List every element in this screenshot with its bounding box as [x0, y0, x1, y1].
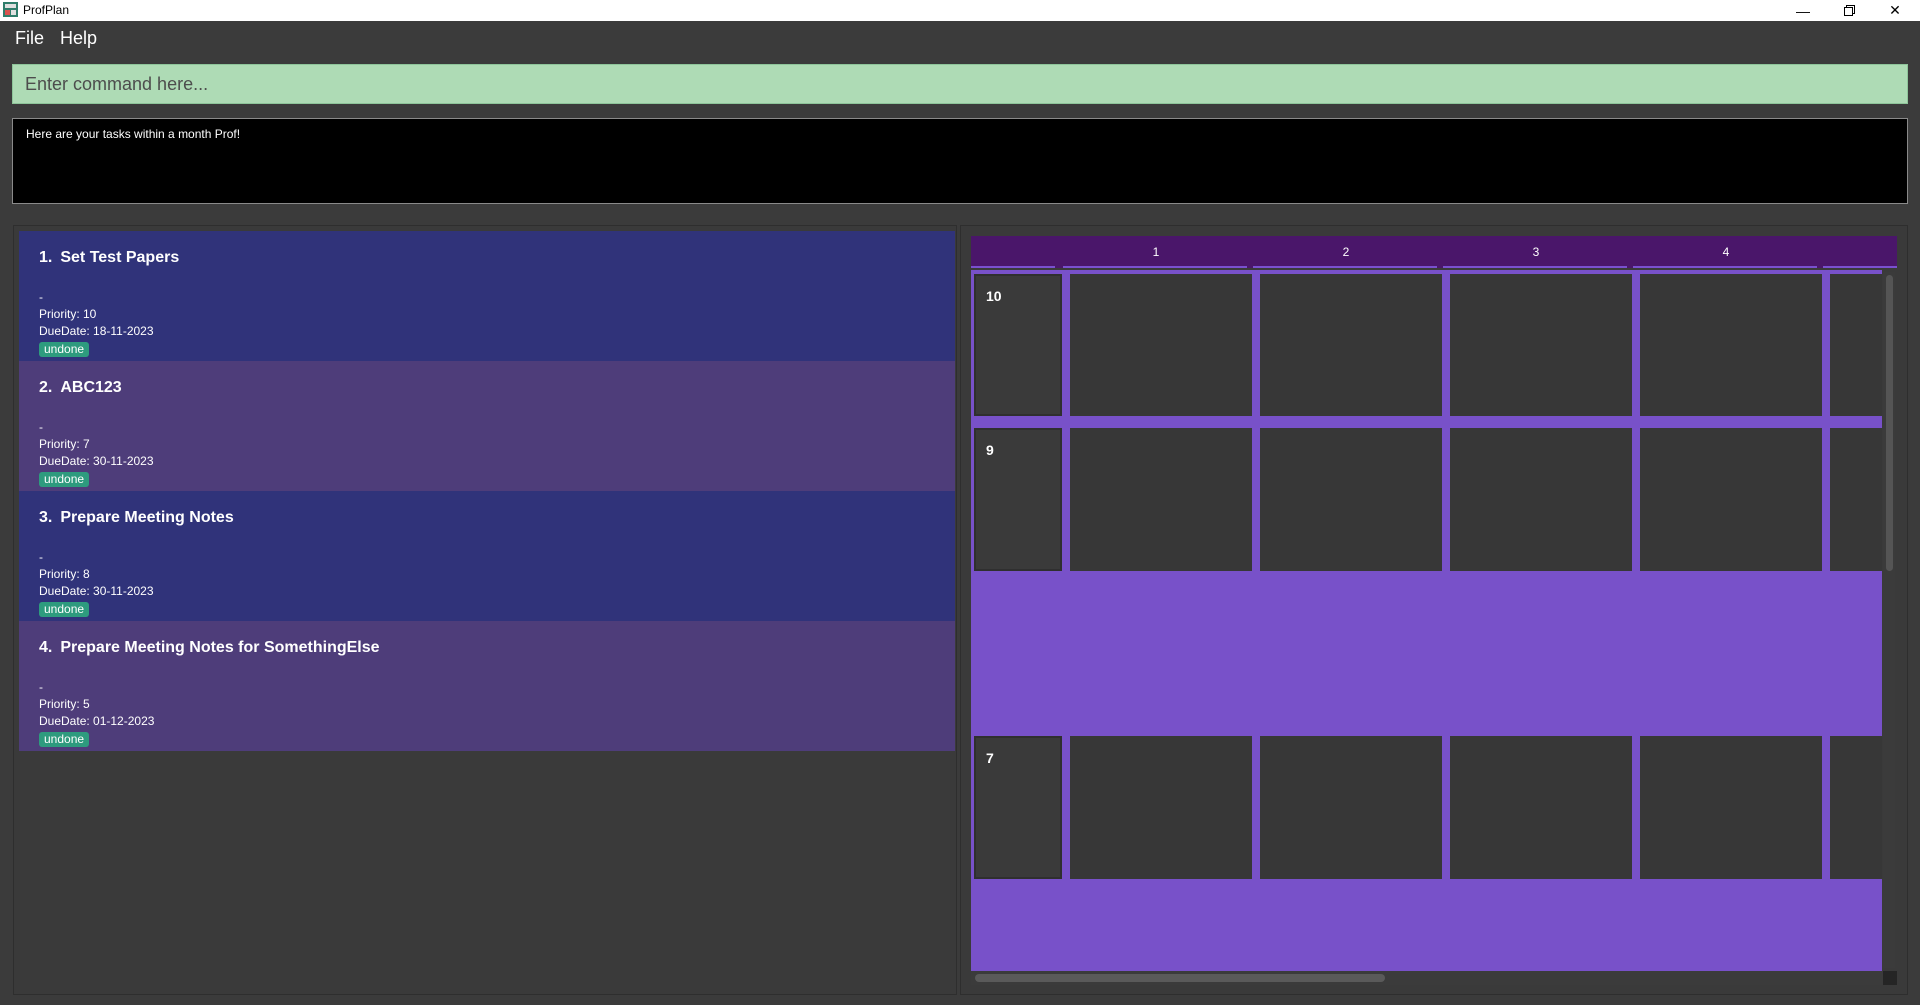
header-divider — [1063, 266, 1247, 268]
task-due-date: DueDate: 01-12-2023 — [39, 714, 155, 728]
calendar-day-cell[interactable]: 7 — [974, 736, 1062, 879]
status-badge: undone — [39, 732, 90, 747]
task-card[interactable]: 3. Prepare Meeting Notes - Priority: 8 Du… — [19, 491, 955, 621]
task-card[interactable]: 2. ABC123 - Priority: 7 DueDate: 30-11-20… — [19, 361, 955, 491]
header-divider — [1633, 266, 1817, 268]
task-due-date: DueDate: 30-11-2023 — [39, 454, 154, 468]
calendar-cell[interactable] — [1830, 274, 1882, 416]
result-message: Here are your tasks within a month Prof! — [26, 127, 241, 141]
header-divider — [1443, 266, 1627, 268]
task-card[interactable]: 4. Prepare Meeting Notes for SomethingEls… — [19, 621, 955, 751]
calendar-cell[interactable] — [1070, 274, 1252, 416]
status-badge: undone — [39, 342, 90, 357]
calendar-cell[interactable] — [1450, 736, 1632, 879]
calendar-horizontal-scrollbar[interactable] — [971, 971, 1883, 985]
calendar-column-header: 2 — [1342, 245, 1350, 259]
day-label: 10 — [986, 288, 1002, 304]
window-title: ProfPlan — [23, 3, 70, 17]
task-priority: Priority: 8 — [39, 567, 90, 581]
task-priority: Priority: 7 — [39, 437, 90, 451]
calendar-cell[interactable] — [1450, 428, 1632, 571]
calendar-grid[interactable]: 10 9 7 — [971, 270, 1882, 971]
menu-file[interactable]: File — [15, 28, 44, 49]
calendar-column-header: 4 — [1722, 245, 1730, 259]
task-description: - — [39, 420, 43, 434]
menu-help[interactable]: Help — [60, 28, 97, 49]
task-name: ABC123 — [60, 379, 122, 396]
calendar-cell[interactable] — [1640, 274, 1822, 416]
title-bar: ProfPlan — ✕ — [0, 0, 1920, 21]
calendar-day-cell[interactable]: 9 — [974, 428, 1062, 571]
close-button[interactable]: ✕ — [1872, 0, 1918, 21]
task-description: - — [39, 680, 43, 694]
calendar-cell[interactable] — [1640, 428, 1822, 571]
task-priority: Priority: 5 — [39, 697, 90, 711]
task-number: 4. — [39, 639, 53, 656]
task-title: 1. Set Test Papers — [39, 249, 955, 289]
task-due-date: DueDate: 30-11-2023 — [39, 584, 154, 598]
task-number: 2. — [39, 379, 53, 396]
task-name: Prepare Meeting Notes — [60, 509, 234, 526]
command-input[interactable] — [13, 65, 1907, 103]
calendar-cell[interactable] — [1830, 736, 1882, 879]
calendar-cell[interactable] — [1260, 736, 1442, 879]
menu-bar: File Help — [0, 21, 1920, 57]
task-number: 1. — [39, 249, 53, 266]
task-list-panel[interactable]: 1. Set Test Papers - Priority: 10 DueDate… — [13, 225, 957, 995]
calendar-header: 1 2 3 4 — [971, 236, 1897, 268]
minimize-icon: — — [1796, 2, 1810, 19]
minimize-button[interactable]: — — [1780, 0, 1826, 21]
command-box — [12, 64, 1908, 104]
calendar-cell[interactable] — [1450, 274, 1632, 416]
result-display[interactable]: Here are your tasks within a month Prof! — [12, 118, 1908, 204]
task-title: 3. Prepare Meeting Notes — [39, 509, 955, 549]
task-due-date: DueDate: 18-11-2023 — [39, 324, 154, 338]
task-name: Prepare Meeting Notes for SomethingElse — [60, 639, 380, 656]
task-card[interactable]: 1. Set Test Papers - Priority: 10 DueDate… — [19, 231, 955, 361]
task-priority: Priority: 10 — [39, 307, 97, 321]
status-badge: undone — [39, 602, 90, 617]
calendar-cell[interactable] — [1830, 428, 1882, 571]
calendar-cell[interactable] — [1260, 428, 1442, 571]
calendar-column-header: 1 — [1152, 245, 1160, 259]
calendar-cell[interactable] — [1070, 736, 1252, 879]
day-label: 7 — [986, 750, 994, 766]
status-badge: undone — [39, 472, 90, 487]
calendar-cell[interactable] — [1070, 428, 1252, 571]
task-number: 3. — [39, 509, 53, 526]
day-label: 9 — [986, 442, 994, 458]
task-name: Set Test Papers — [60, 249, 180, 266]
calendar-column-header: 3 — [1532, 245, 1540, 259]
task-description: - — [39, 550, 43, 564]
task-title: 2. ABC123 — [39, 379, 955, 419]
header-divider — [971, 266, 1055, 268]
task-title: 4. Prepare Meeting Notes for SomethingEls… — [39, 639, 955, 679]
calendar-vertical-scrollbar[interactable] — [1883, 272, 1895, 968]
app-icon — [3, 2, 18, 17]
task-description: - — [39, 290, 43, 304]
calendar-day-cell[interactable]: 10 — [974, 274, 1062, 416]
scrollbar-thumb[interactable] — [1886, 275, 1893, 571]
header-divider — [1253, 266, 1437, 268]
scrollbar-thumb[interactable] — [975, 974, 1385, 982]
calendar-cell[interactable] — [1640, 736, 1822, 879]
header-divider — [1823, 266, 1897, 268]
restore-icon — [1843, 5, 1855, 16]
restore-button[interactable] — [1826, 0, 1872, 21]
scrollbar-corner — [1883, 971, 1897, 985]
calendar-cell[interactable] — [1260, 274, 1442, 416]
close-icon: ✕ — [1889, 2, 1901, 18]
